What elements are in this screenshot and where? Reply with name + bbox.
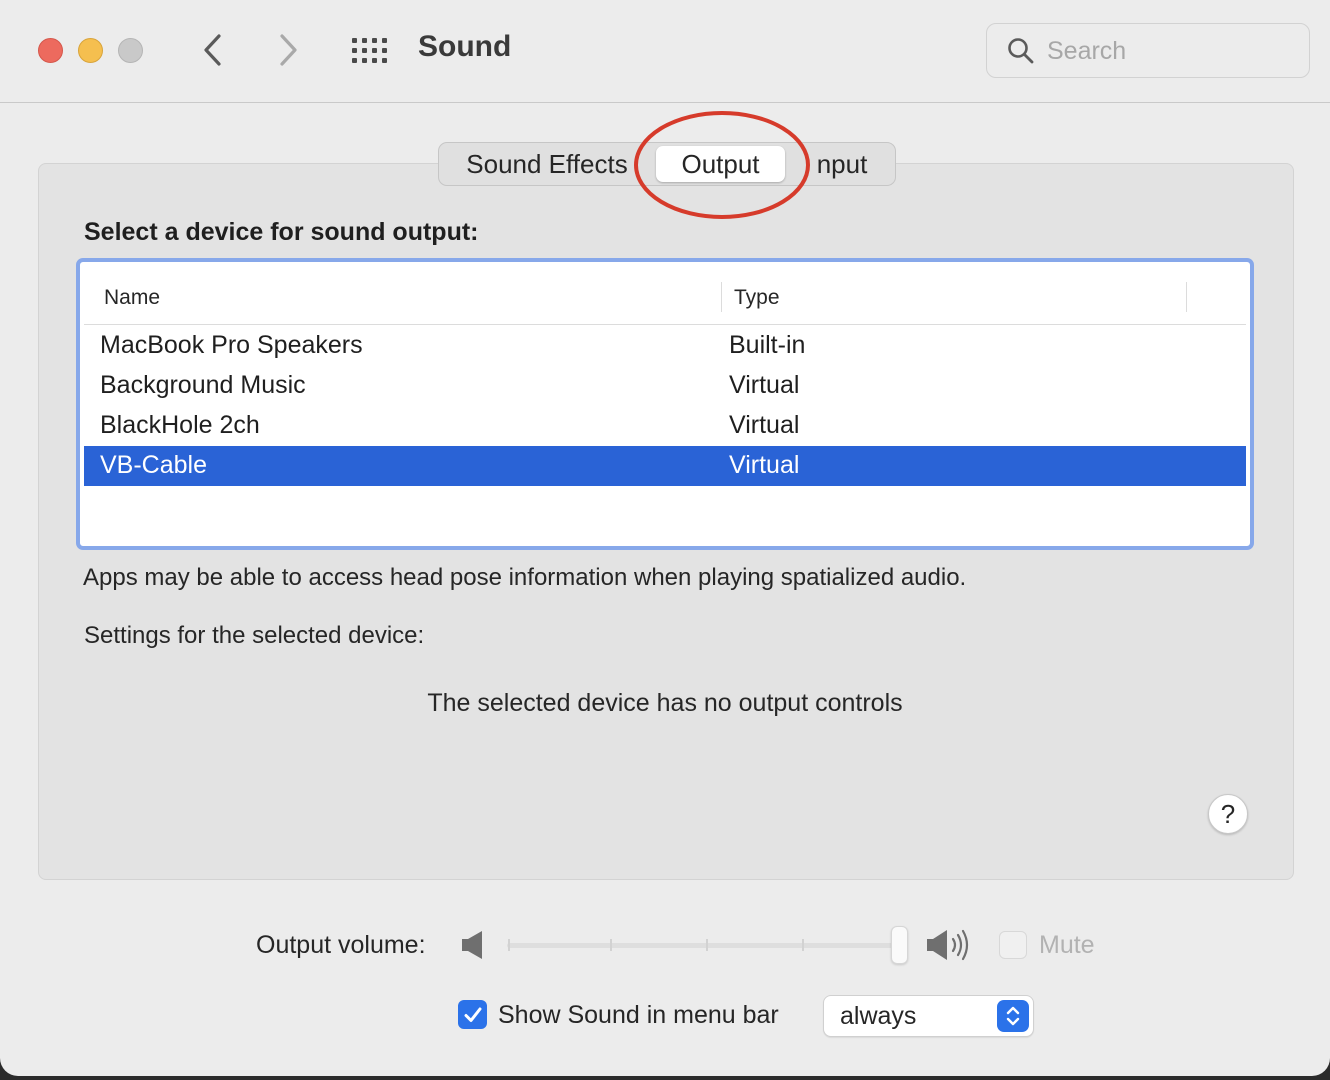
device-name: MacBook Pro Speakers — [100, 331, 363, 359]
spatial-audio-note: Apps may be able to access head pose inf… — [83, 564, 967, 591]
search-field[interactable] — [986, 23, 1310, 78]
device-settings-label: Settings for the selected device: — [84, 622, 425, 649]
output-device-table[interactable]: Name Type MacBook Pro Speakers Built-in Ba… — [76, 258, 1254, 550]
forward-button[interactable] — [268, 28, 308, 72]
toolbar: Sound — [0, 0, 1330, 103]
speaker-low-icon — [462, 931, 482, 959]
volume-slider-thumb[interactable] — [891, 926, 908, 964]
device-type: Built-in — [729, 331, 806, 359]
volume-tick — [508, 939, 510, 951]
show-in-menu-bar-checkbox[interactable] — [458, 1000, 487, 1029]
volume-tick — [610, 939, 612, 951]
device-row[interactable]: Background Music Virtual — [84, 366, 1246, 406]
device-list-heading: Select a device for sound output: — [84, 218, 479, 246]
checkmark-icon — [464, 1007, 481, 1022]
volume-slider-track — [507, 943, 899, 948]
device-rows: MacBook Pro Speakers Built-in Background M… — [84, 326, 1246, 486]
device-row[interactable]: BlackHole 2ch Virtual — [84, 406, 1246, 446]
device-type: Virtual — [729, 451, 800, 479]
minimize-window-button[interactable] — [78, 38, 103, 63]
device-name: VB-Cable — [100, 451, 207, 479]
menu-bar-visibility-select[interactable]: always — [823, 995, 1034, 1037]
tab-input[interactable]: nput — [787, 143, 897, 185]
mute-checkbox[interactable] — [999, 931, 1027, 959]
mute-label: Mute — [1039, 931, 1095, 959]
column-header-type[interactable]: Type — [734, 286, 780, 310]
table-header: Name Type — [84, 266, 1246, 325]
help-button[interactable]: ? — [1208, 794, 1248, 834]
device-row[interactable]: VB-Cable Virtual — [84, 446, 1246, 486]
device-row[interactable]: MacBook Pro Speakers Built-in — [84, 326, 1246, 366]
search-icon — [1008, 38, 1034, 64]
close-window-button[interactable] — [38, 38, 63, 63]
device-type: Virtual — [729, 371, 800, 399]
tab-sound-effects[interactable]: Sound Effects — [439, 143, 655, 185]
output-volume-label: Output volume: — [256, 931, 426, 959]
sound-preferences-window: Sound Sound Effects Output nput Select a… — [0, 0, 1330, 1076]
device-name: Background Music — [100, 371, 306, 399]
speaker-high-icon — [927, 929, 969, 961]
volume-tick — [706, 939, 708, 951]
column-divider[interactable] — [721, 282, 722, 312]
chevron-left-icon — [204, 34, 221, 66]
column-divider[interactable] — [1186, 282, 1187, 312]
window-title: Sound — [418, 30, 512, 63]
search-input[interactable] — [1047, 34, 1287, 68]
output-volume-slider[interactable] — [505, 926, 911, 964]
show-all-button[interactable] — [348, 32, 390, 68]
device-type: Virtual — [729, 411, 800, 439]
back-button[interactable] — [193, 28, 233, 72]
volume-tick — [802, 939, 804, 951]
grid-icon — [352, 38, 387, 63]
zoom-window-button[interactable] — [118, 38, 143, 63]
device-name: BlackHole 2ch — [100, 411, 260, 439]
chevron-right-icon — [280, 34, 297, 66]
up-down-arrows-icon — [997, 1000, 1029, 1032]
select-value: always — [840, 1002, 917, 1030]
show-in-menu-bar-label: Show Sound in menu bar — [498, 1001, 779, 1029]
tab-bar: Sound Effects Output nput — [438, 142, 896, 186]
tab-output[interactable]: Output — [656, 146, 785, 182]
column-header-name[interactable]: Name — [104, 286, 160, 310]
no-output-controls-message: The selected device has no output contro… — [427, 689, 903, 717]
